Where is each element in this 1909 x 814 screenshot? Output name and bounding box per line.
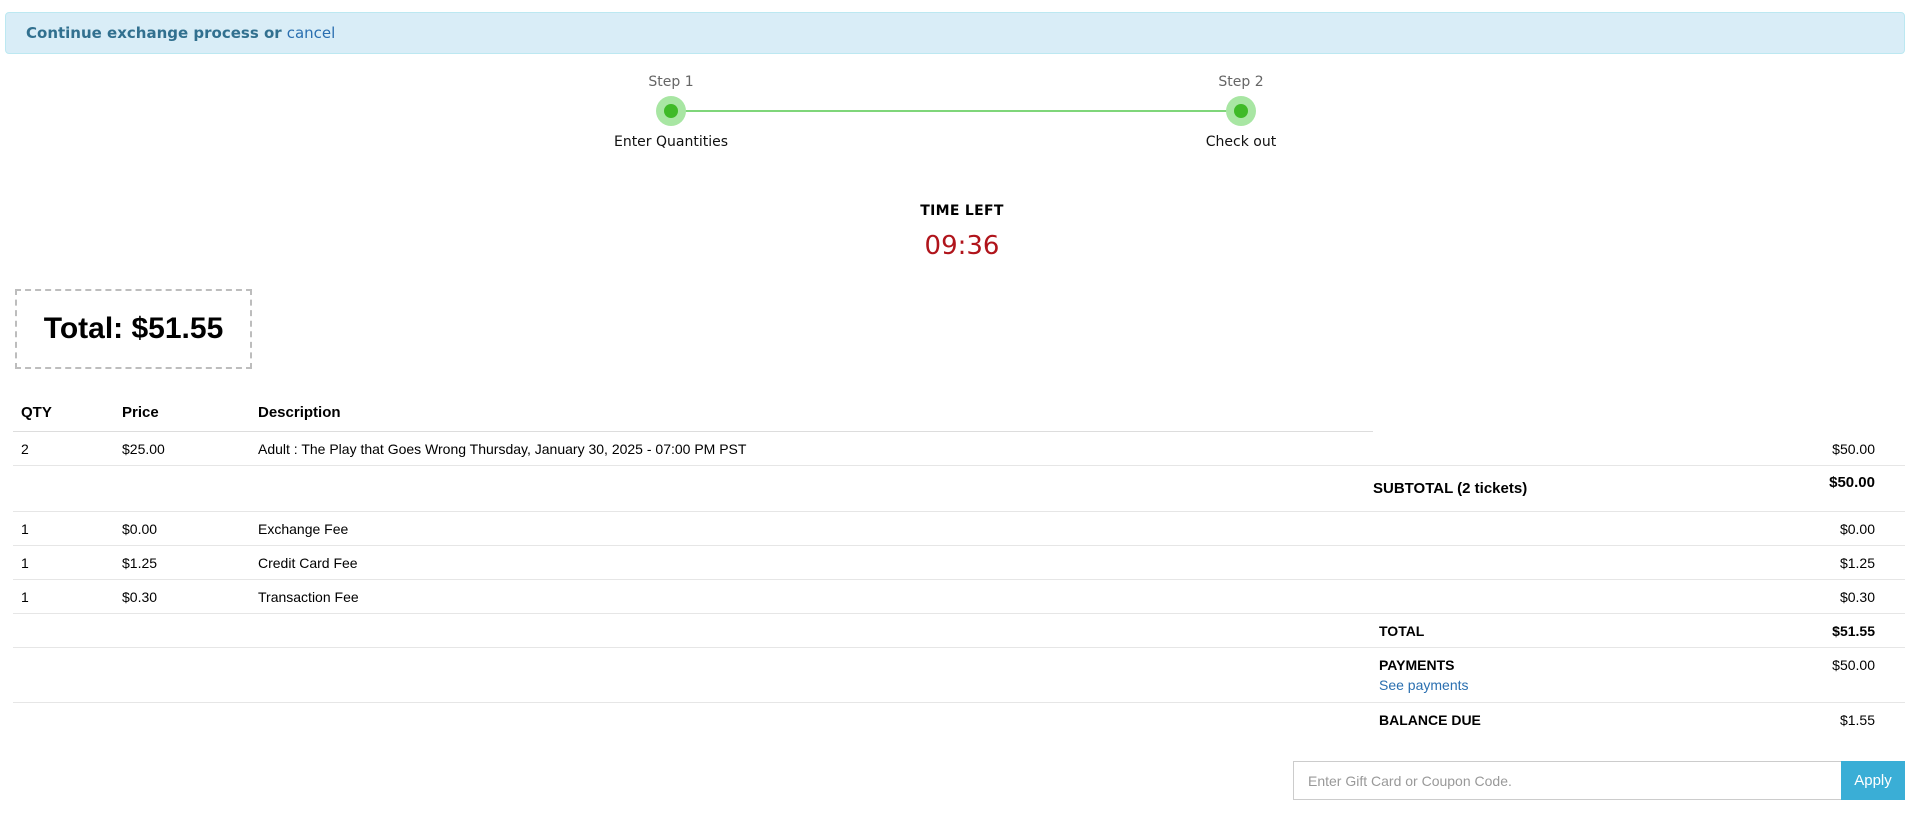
header-qty: QTY xyxy=(21,404,52,421)
header-price: Price xyxy=(122,404,159,421)
table-header: QTY Price Description xyxy=(13,396,1905,432)
step-number: Step 1 xyxy=(648,74,694,90)
table-row: 1 $0.00 Exchange Fee $0.00 xyxy=(13,512,1905,546)
coupon-code-input[interactable] xyxy=(1293,761,1841,800)
step-number: Step 2 xyxy=(1218,74,1264,90)
total-label: TOTAL xyxy=(1379,623,1425,639)
row-price: $0.00 xyxy=(122,521,158,537)
exchange-alert-bar: Continue exchange process or cancel xyxy=(5,12,1905,54)
balance-due-amount: $1.55 xyxy=(1839,712,1875,728)
row-qty: 1 xyxy=(21,555,29,571)
row-description: Adult : The Play that Goes Wrong Thursda… xyxy=(258,441,747,457)
row-amount: $50.00 xyxy=(1832,441,1875,457)
alert-text: Continue exchange process or xyxy=(26,24,282,42)
total-summary-text: Total: $51.55 xyxy=(43,312,224,345)
row-amount: $0.00 xyxy=(1839,521,1875,537)
row-amount: $1.25 xyxy=(1839,555,1875,571)
row-description: Exchange Fee xyxy=(258,521,349,537)
apply-coupon-button[interactable]: Apply xyxy=(1841,761,1905,800)
subtotal-row: SUBTOTAL (2 tickets) $50.00 xyxy=(13,466,1905,512)
payments-row: PAYMENTS $50.00 See payments xyxy=(13,648,1905,703)
step-dot-icon xyxy=(656,96,686,126)
row-qty: 1 xyxy=(21,521,29,537)
row-qty: 2 xyxy=(21,441,29,457)
subtotal-label: SUBTOTAL (2 tickets) xyxy=(1373,480,1528,497)
step-enter-quantities: Step 1 Enter Quantities xyxy=(591,72,751,150)
cancel-link[interactable]: cancel xyxy=(287,24,336,42)
timer-value: 09:36 xyxy=(924,231,1000,261)
row-description: Transaction Fee xyxy=(258,589,359,605)
step-check-out: Step 2 Check out xyxy=(1161,72,1321,150)
total-amount: $51.55 xyxy=(1832,623,1875,639)
table-row: 1 $1.25 Credit Card Fee $1.25 xyxy=(13,546,1905,580)
row-description: Credit Card Fee xyxy=(258,555,358,571)
row-price: $25.00 xyxy=(122,441,165,457)
header-description: Description xyxy=(258,404,341,421)
step-label: Enter Quantities xyxy=(613,134,729,150)
balance-due-label: BALANCE DUE xyxy=(1379,712,1481,728)
coupon-form: Apply xyxy=(1293,761,1905,800)
timer-label: TIME LEFT xyxy=(920,203,1004,219)
step-label: Check out xyxy=(1205,134,1277,150)
subtotal-amount: $50.00 xyxy=(1829,474,1875,491)
payments-label: PAYMENTS xyxy=(1379,657,1455,673)
progress-stepper: Step 1 Enter Quantities Step 2 Check out xyxy=(0,72,1909,152)
balance-due-row: BALANCE DUE $1.55 xyxy=(13,703,1905,737)
step-dot-icon xyxy=(1226,96,1256,126)
row-price: $0.30 xyxy=(122,589,158,605)
row-amount: $0.30 xyxy=(1839,589,1875,605)
total-row: TOTAL $51.55 xyxy=(13,614,1905,648)
stepper-connector-line xyxy=(672,110,1242,112)
countdown-timer: TIME LEFT 09:36 xyxy=(862,203,1062,261)
total-summary-box: Total: $51.55 xyxy=(15,289,252,369)
row-price: $1.25 xyxy=(122,555,158,571)
row-qty: 1 xyxy=(21,589,29,605)
order-table: QTY Price Description 2 $25.00 Adult : T… xyxy=(13,396,1905,737)
payments-amount: $50.00 xyxy=(1832,657,1875,673)
table-row: 1 $0.30 Transaction Fee $0.30 xyxy=(13,580,1905,614)
see-payments-link[interactable]: See payments xyxy=(1379,677,1469,693)
table-row: 2 $25.00 Adult : The Play that Goes Wron… xyxy=(13,432,1905,466)
